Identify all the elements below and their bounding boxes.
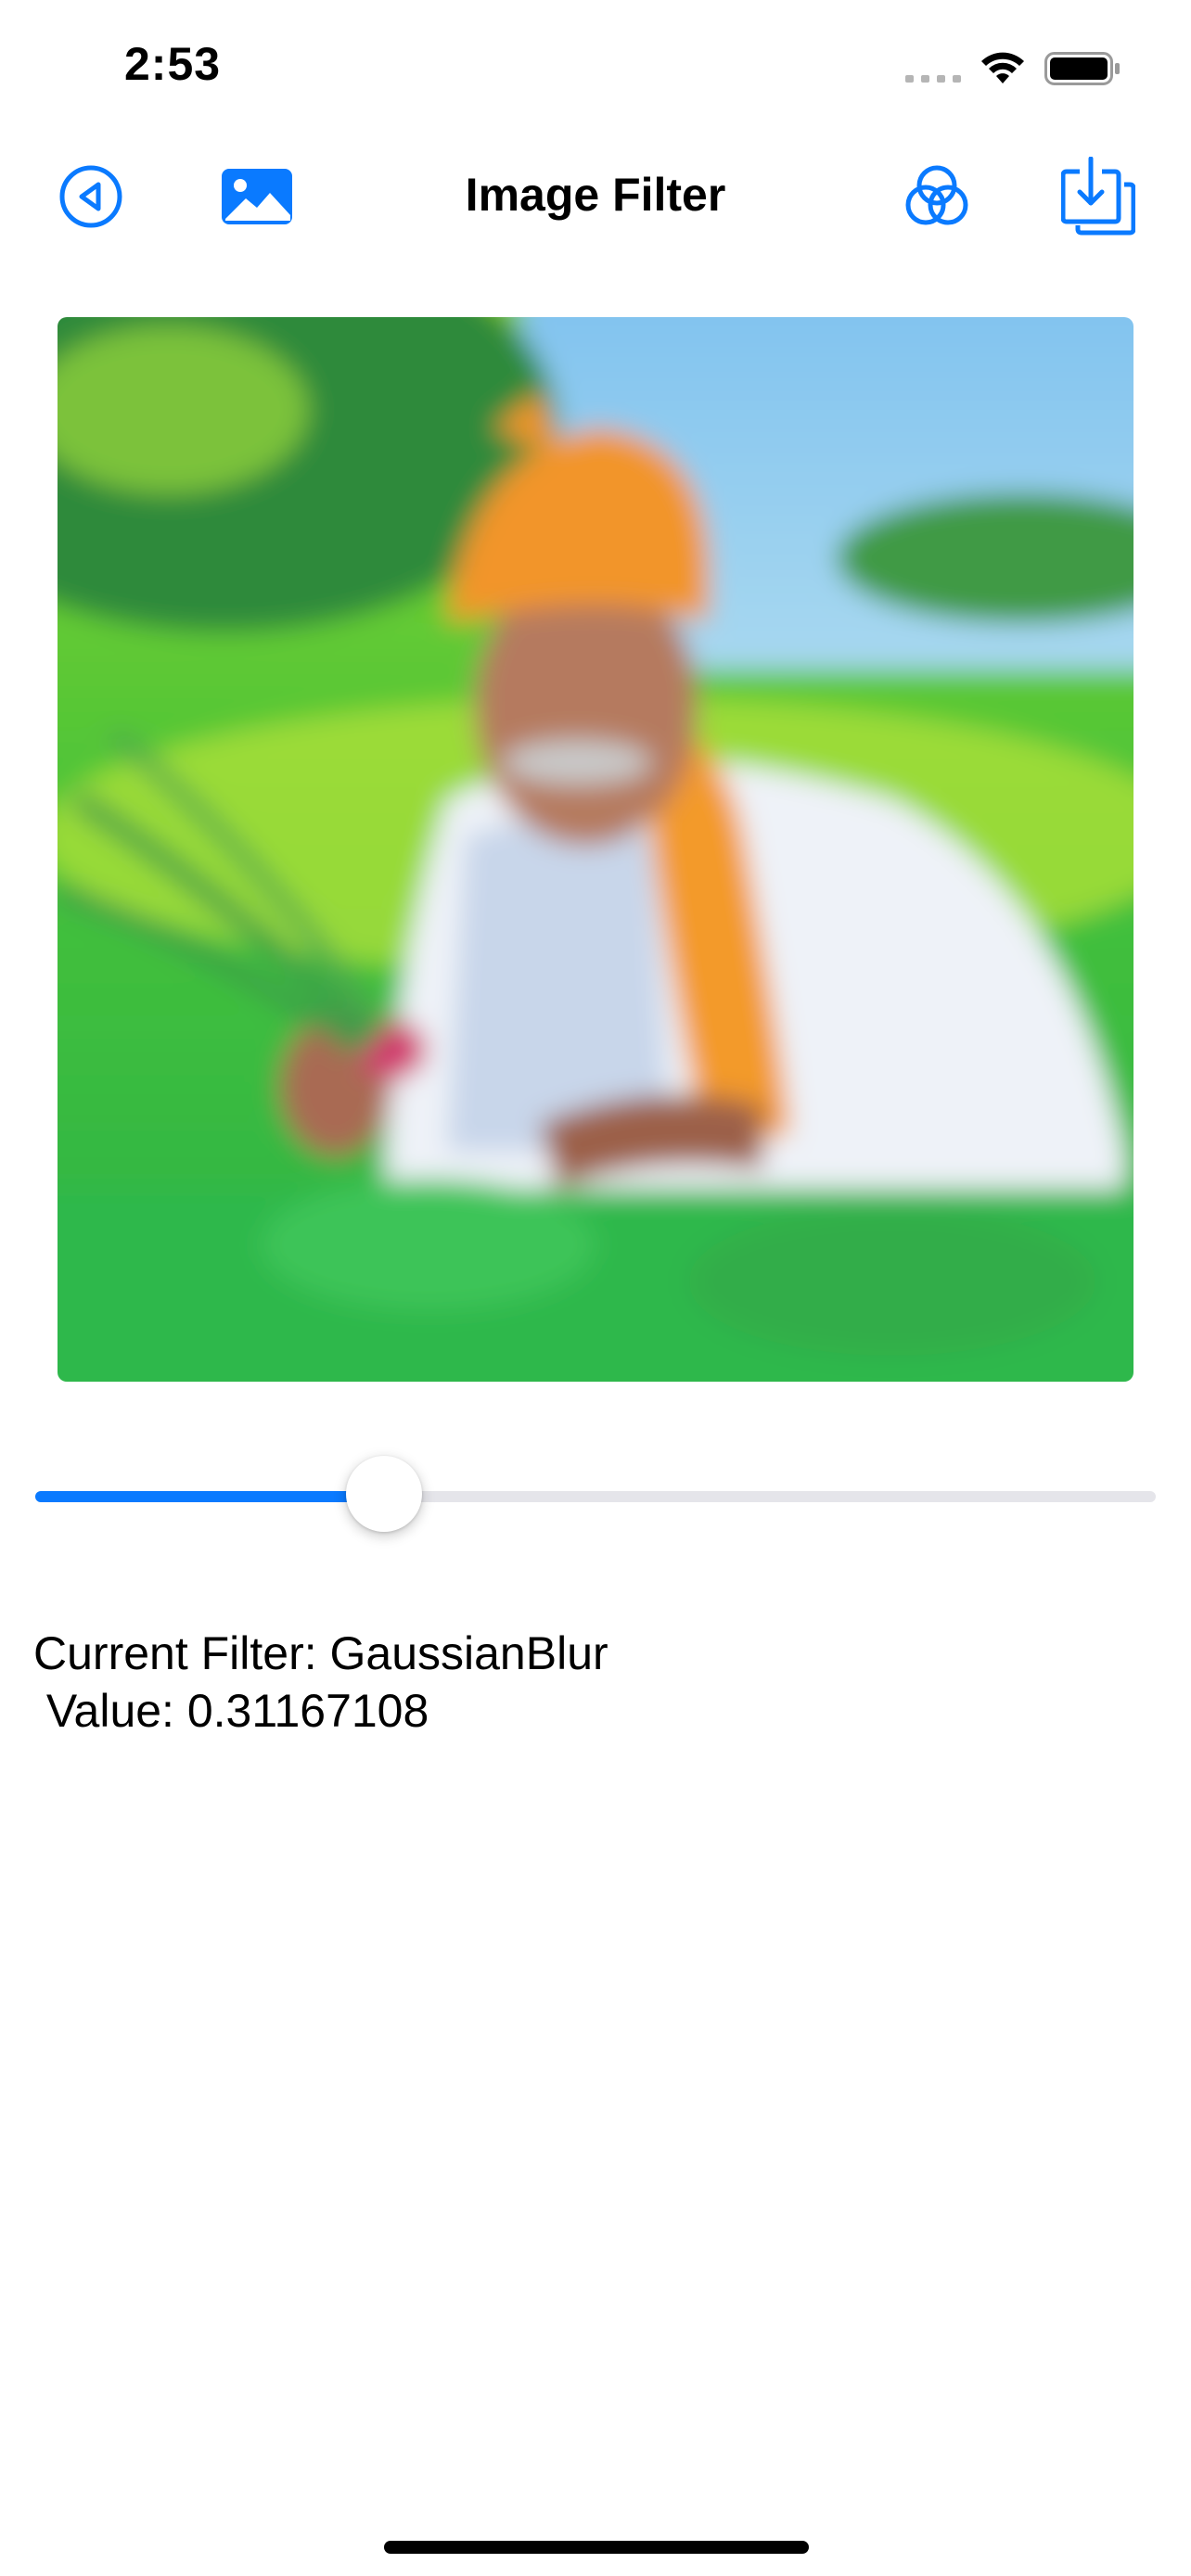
current-filter-label: Current Filter: GaussianBlur [33,1627,608,1679]
filter-button[interactable] [898,158,976,236]
photo-library-button[interactable] [215,158,299,236]
filtered-photo [58,317,1133,1382]
filter-intensity-slider[interactable] [35,1456,1156,1537]
battery-icon [1044,52,1120,85]
filter-circles-icon [905,165,968,225]
photo-farmer-image [58,317,1133,1382]
back-circle-icon [59,165,122,228]
filter-info: Current Filter: GaussianBlur Value: 0.31… [33,1625,608,1740]
cellular-signal-icon [905,75,961,83]
slider-thumb[interactable] [346,1456,423,1532]
page-title: Image Filter [465,169,726,221]
photo-library-icon [222,169,292,224]
status-bar: 2:53 [0,0,1191,139]
home-indicator [384,2541,809,2554]
status-time: 2:53 [124,38,222,90]
save-download-icon [1061,157,1135,236]
slider-fill [35,1491,385,1502]
navigation-bar: Image Filter [0,139,1191,250]
wifi-icon [981,52,1024,83]
filter-value-label: Value: 0.31167108 [33,1685,429,1737]
back-button[interactable] [52,158,130,236]
save-button[interactable] [1059,157,1137,236]
